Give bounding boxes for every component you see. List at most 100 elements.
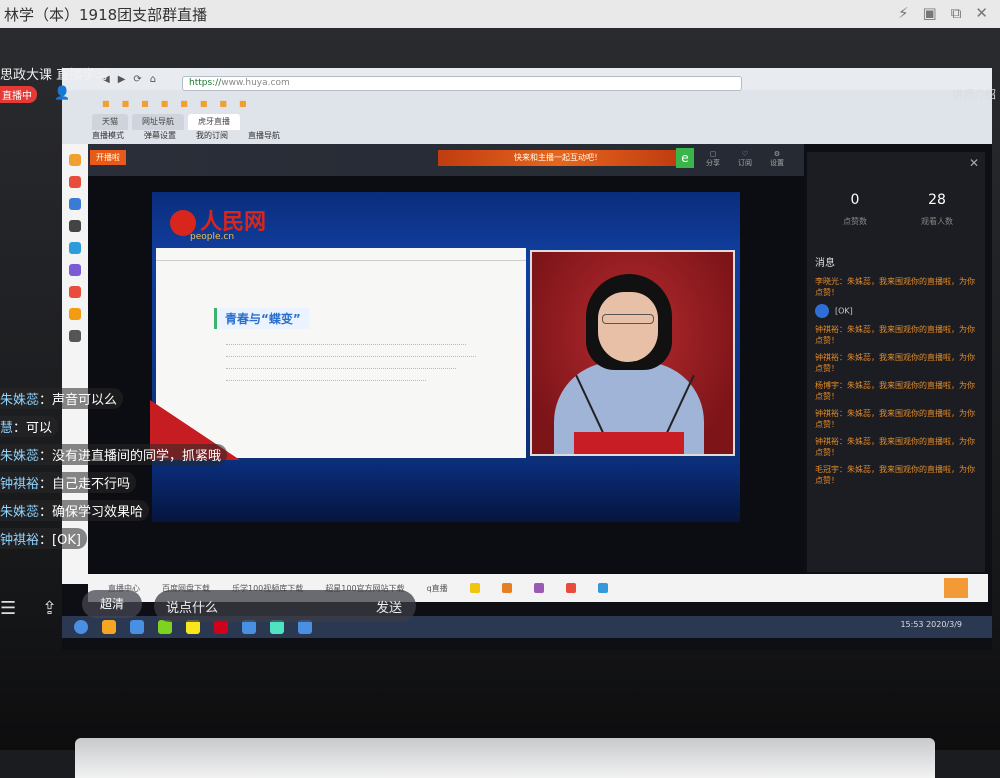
viewers-count: 28 [928,192,946,208]
bookmark-item[interactable] [239,99,247,108]
follow-button[interactable]: e [676,148,694,168]
stream-banner[interactable]: 快来和主播一起互动吧！ [438,150,678,166]
start-icon[interactable] [74,620,88,634]
clarity-button[interactable]: 超清 [82,590,142,618]
site-subnav: 直播模式 弹幕设置 我的订阅 直播导航 [92,130,280,141]
sidebar-app-icon[interactable] [69,242,81,254]
taskbar-app-icon[interactable] [298,620,312,634]
comment-placeholder: 说点什么 [166,601,219,616]
speaker-video [530,250,735,456]
viewers-stat: 28 观看人数 [897,192,977,227]
browser-tab[interactable]: 天猫 [92,114,128,130]
messages-title: 消息 [815,258,835,269]
sidebar-app-icon[interactable] [69,220,81,232]
chat-username: 钟祺裕 [0,533,40,548]
bookmark-item[interactable] [122,99,130,108]
gift-bar-label[interactable]: q直播 [427,583,448,594]
settings-icon[interactable]: ⚙ 设置 [764,150,790,168]
gift-icon[interactable] [533,583,544,593]
gift-icon[interactable] [469,583,480,593]
bookmarks-bar [62,94,992,112]
slide-text-line [226,356,476,361]
comment-input[interactable]: 说点什么 发送 [154,590,416,622]
clock-date: 2020/3/9 [926,620,962,629]
menu-list-icon[interactable]: ☰ [0,598,16,619]
sidebar-app-icon[interactable] [69,198,81,210]
lightning-icon[interactable]: ⚡ [898,4,909,22]
chat-text: [OK] [52,533,81,548]
send-button[interactable]: 发送 [376,597,402,616]
laptop-keyboard-edge [75,738,935,778]
gift-icon[interactable] [565,583,576,593]
viewers-label: 观看人数 [921,217,953,226]
overlay-chat-line: 慧：可以 [0,416,59,437]
refresh-icon[interactable]: ⟳ [133,74,141,85]
sidebar-app-icon[interactable] [69,286,81,298]
taskbar-app-icon[interactable] [242,620,256,634]
settings-label: 设置 [770,159,784,167]
chat-message: 钟祺裕：朱姝蕊，我来围观你的直播啦，为你点赞！ [815,409,975,429]
gift-icon[interactable] [501,583,512,593]
sidebar-app-icon[interactable] [69,308,81,320]
share-icon[interactable]: ▢ 分享 [700,150,726,168]
live-badge: 直播中 [0,86,37,103]
chat-message-text: [OK] [835,306,853,316]
bookmark-item[interactable] [200,99,208,108]
presentation-slide: 青春与“蝶变” [150,248,526,460]
gift-icon[interactable] [597,583,608,593]
chat-message: 杨博宇：朱姝蕊，我来围观你的直播啦，为你点赞！ [815,381,975,401]
subnav-item[interactable]: 我的订阅 [196,130,228,141]
taskbar-app-icon[interactable] [214,620,228,634]
laptop-photo-background: ◀ ▶ ⟳ ⌂ https://www.huya.com 天猫 网址导航 [0,28,1000,778]
sidebar-app-icon[interactable] [69,176,81,188]
chat-username: 朱姝蕊 [0,393,40,408]
url-bar[interactable]: https://www.huya.com [182,76,742,91]
chat-message: 毛冠宇：朱姝蕊，我来围观你的直播啦，为你点赞！ [815,465,975,485]
gift-send-button[interactable] [944,578,968,598]
browser-tab-active[interactable]: 虎牙直播 [188,114,240,130]
laptop-screen: ◀ ▶ ⟳ ⌂ https://www.huya.com 天猫 网址导航 [62,68,992,650]
chat-text: 自己走不行吗 [52,477,131,492]
bookmark-item[interactable] [219,99,227,108]
subnav-item[interactable]: 弹幕设置 [144,130,176,141]
viewers-icon: 👤 [54,86,71,101]
slide-divider [156,260,526,261]
copy-icon[interactable]: ⧉ [951,4,962,22]
url-prefix: https:// [189,78,222,88]
home-icon[interactable]: ⌂ [150,74,156,85]
subnav-item[interactable]: 直播导航 [248,130,280,141]
slide-heading: 青春与“蝶变” [214,308,309,329]
sidebar-app-icon[interactable] [69,330,81,342]
bookmark-item[interactable] [141,99,149,108]
title-bar-icons: ⚡ ▣ ⧉ ✕ [898,4,988,22]
taskbar-app-icon[interactable] [130,620,144,634]
stream-header: 开播啦 快来和主播一起互动吧！ e ▢ 分享 ♡ 订阅 ⚙ 设置 [88,144,804,176]
close-icon[interactable]: ✕ [969,156,979,170]
forward-icon[interactable]: ▶ [118,74,126,85]
browser-tab[interactable]: 网址导航 [132,114,184,130]
taskbar-app-icon[interactable] [186,620,200,634]
taskbar-app-icon[interactable] [270,620,284,634]
avatar [815,304,829,318]
taskbar-app-icon[interactable] [102,620,116,634]
subscribe-icon[interactable]: ♡ 订阅 [732,150,758,168]
subnav-item[interactable]: 直播模式 [92,130,124,141]
taskbar-app-icon[interactable] [158,620,172,634]
window-icon[interactable]: ▣ [923,4,937,22]
stream-player[interactable]: 开播啦 快来和主播一起互动吧！ e ▢ 分享 ♡ 订阅 ⚙ 设置 人民网 people… [88,144,804,574]
bookmark-item[interactable] [102,99,110,108]
overlay-chat-line: 钟祺裕：自己走不行吗 [0,472,137,493]
share-icon[interactable]: ⇪ [42,598,57,619]
overlay-chat-line: 朱姝蕊：确保学习效果哈 [0,500,150,521]
sidebar-app-icon[interactable] [69,154,81,166]
bookmark-item[interactable] [180,99,188,108]
bookmark-item[interactable] [161,99,169,108]
sidebar-app-icon[interactable] [69,264,81,276]
stream-badge: 开播啦 [90,150,126,165]
chat-text: 确保学习效果哈 [52,505,144,520]
logo-subtext: people.cn [190,232,235,242]
likes-stat: 0 点赞数 [815,192,895,227]
chat-username: 朱姝蕊 [0,505,40,520]
instructor-intro-link[interactable]: 讲师介绍 [952,86,996,102]
close-icon[interactable]: ✕ [975,4,988,22]
